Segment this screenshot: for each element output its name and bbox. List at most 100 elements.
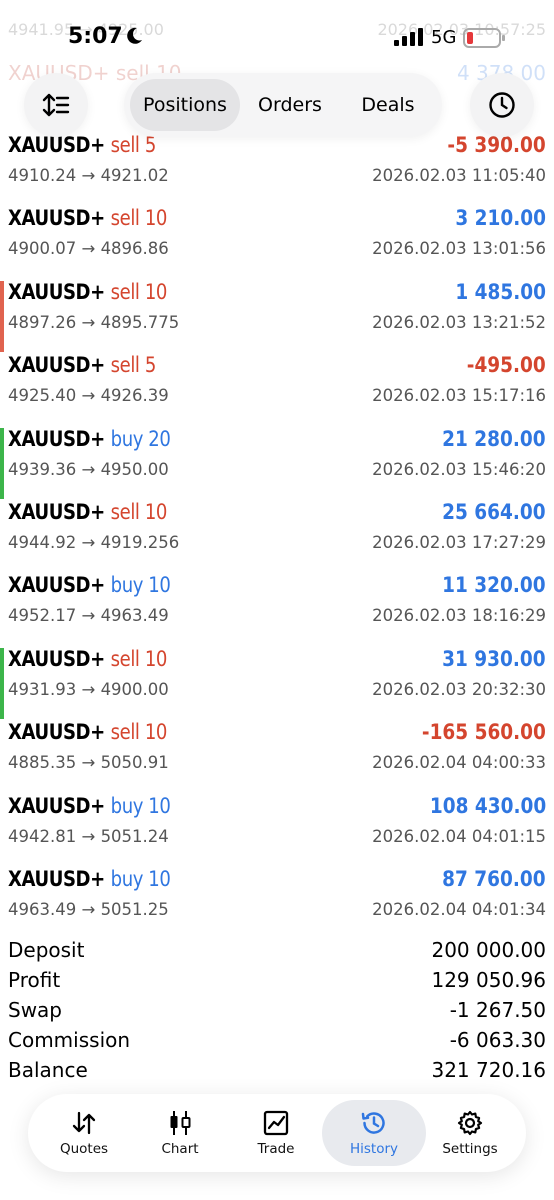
quotes-arrows-icon	[72, 1111, 96, 1135]
trade-side: buy 10	[110, 573, 171, 598]
balance-value: 321 720.16	[431, 1058, 546, 1082]
trade-chart-icon	[263, 1110, 289, 1136]
trade-row[interactable]: XAUUSD+ buy 10 4952.17 → 4963.49 11 320.00…	[0, 571, 554, 644]
trade-row[interactable]: XAUUSD+ buy 10 4942.81 → 5051.24 108 430.0…	[0, 792, 554, 865]
trade-marker	[0, 280, 4, 352]
nav-chart[interactable]: Chart	[130, 1100, 230, 1166]
trade-profit: 25 664.00	[442, 499, 546, 524]
close-price: 4919.256	[100, 532, 180, 552]
open-price: 4963.49	[8, 899, 77, 919]
trade-profit: 21 280.00	[442, 426, 546, 451]
trade-profit: 108 430.00	[429, 793, 546, 818]
trade-time: 2026.02.03 20:32:30	[372, 679, 546, 699]
trade-row[interactable]: XAUUSD+ sell 5 4910.24 → 4921.02 -5 390.00…	[0, 131, 554, 204]
trade-prices: 4944.92 → 4919.256	[8, 532, 180, 552]
trade-symbol: XAUUSD+ sell 10	[8, 280, 167, 304]
network-type: 5G	[431, 27, 457, 48]
symbol-name: XAUUSD+	[8, 353, 105, 378]
symbol-name: XAUUSD+	[8, 793, 105, 818]
trade-row[interactable]: XAUUSD+ sell 5 4925.40 → 4926.39 -495.00 20…	[0, 351, 554, 424]
moon-icon	[127, 27, 142, 44]
trade-row[interactable]: XAUUSD+ sell 10 4885.35 → 5050.91 -165 560…	[0, 718, 554, 791]
sort-button[interactable]	[24, 73, 88, 137]
trade-side: sell 10	[110, 206, 168, 231]
trade-symbol: XAUUSD+ sell 10	[8, 647, 167, 671]
nav-settings[interactable]: Settings	[420, 1100, 520, 1166]
trade-marker	[0, 647, 4, 719]
trade-side: buy 10	[110, 866, 171, 891]
open-price: 4885.35	[8, 753, 77, 773]
trade-profit: 11 320.00	[442, 573, 546, 598]
trade-profit: 87 760.00	[442, 866, 546, 891]
trade-prices: 4939.36 → 4950.00	[8, 459, 169, 479]
trade-time: 2026.02.03 17:27:29	[372, 532, 546, 552]
trade-profit: -495.00	[467, 353, 546, 378]
trade-symbol: XAUUSD+ sell 10	[8, 500, 167, 524]
trade-prices: 4925.40 → 4926.39	[8, 386, 169, 406]
summary-deposit: Deposit 200 000.00	[8, 938, 546, 962]
history-clock-icon	[361, 1112, 385, 1134]
close-price: 4921.02	[100, 166, 169, 185]
close-price: 5051.25	[100, 899, 169, 919]
battery-low-icon	[463, 28, 505, 48]
history-tabs: Positions Orders Deals	[124, 73, 442, 137]
trade-side: buy 10	[110, 793, 171, 818]
nav-trade[interactable]: Trade	[226, 1100, 326, 1166]
open-price: 4900.07	[8, 239, 77, 259]
trade-row[interactable]: XAUUSD+ buy 10 4963.49 → 5051.25 87 760.00…	[0, 865, 554, 938]
trade-row[interactable]: XAUUSD+ sell 10 4900.07 → 4896.86 3 210.00…	[0, 204, 554, 277]
trade-symbol: XAUUSD+ sell 10	[8, 206, 167, 230]
nav-quotes[interactable]: Quotes	[34, 1100, 134, 1166]
close-price: 5050.91	[100, 753, 169, 773]
trade-prices: 4952.17 → 4963.49	[8, 606, 169, 626]
commission-value: -6 063.30	[449, 1028, 546, 1052]
symbol-name: XAUUSD+	[8, 720, 105, 745]
trade-side: sell 10	[110, 646, 168, 671]
trade-symbol: XAUUSD+ sell 10	[8, 720, 167, 744]
trade-time: 2026.02.04 04:01:15	[372, 826, 546, 846]
trade-prices: 4897.26 → 4895.775	[8, 312, 180, 332]
symbol-name: XAUUSD+	[8, 646, 105, 671]
deposit-value: 200 000.00	[431, 938, 546, 962]
trade-side: buy 20	[110, 426, 171, 451]
period-button[interactable]	[470, 73, 534, 137]
close-price: 4895.775	[100, 312, 180, 332]
signal-icon	[394, 28, 423, 46]
open-price: 4925.40	[8, 386, 77, 406]
trade-marker	[0, 501, 4, 572]
open-price: 4931.93	[8, 679, 77, 699]
trade-symbol: XAUUSD+ sell 5	[8, 353, 156, 377]
trade-symbol: XAUUSD+ buy 10	[8, 866, 171, 891]
trade-time: 2026.02.03 11:05:40	[372, 166, 546, 185]
tab-orders[interactable]: Orders	[240, 79, 340, 131]
trade-row[interactable]: XAUUSD+ sell 10 4931.93 → 4900.00 31 930.0…	[0, 645, 554, 719]
summary-profit: Profit 129 050.96	[8, 968, 546, 992]
trade-profit: 31 930.00	[442, 646, 546, 671]
close-price: 4900.00	[100, 679, 169, 699]
trade-time: 2026.02.03 18:16:29	[372, 606, 546, 626]
trade-marker	[0, 427, 4, 499]
trade-time: 2026.02.03 15:46:20	[372, 459, 546, 479]
trade-symbol: XAUUSD+ buy 20	[8, 426, 171, 451]
trade-time: 2026.02.03 15:17:16	[372, 386, 546, 406]
trade-symbol: XAUUSD+ buy 10	[8, 573, 171, 598]
trade-profit: 3 210.00	[455, 206, 546, 231]
gear-icon	[457, 1110, 483, 1136]
open-price: 4910.24	[8, 166, 77, 185]
summary-commission: Commission -6 063.30	[8, 1028, 546, 1052]
nav-history[interactable]: History	[322, 1100, 426, 1166]
profit-value: 129 050.96	[431, 968, 546, 992]
tab-deals[interactable]: Deals	[340, 79, 436, 131]
symbol-name: XAUUSD+	[8, 426, 105, 451]
open-price: 4939.36	[8, 459, 77, 479]
status-time: 5:07	[68, 24, 123, 49]
tab-positions[interactable]: Positions	[130, 79, 240, 131]
trade-row[interactable]: XAUUSD+ sell 10 4944.92 → 4919.256 25 664.…	[0, 498, 554, 571]
trade-marker	[0, 207, 4, 278]
open-price: 4952.17	[8, 606, 77, 626]
trade-side: sell 10	[110, 499, 168, 524]
trade-prices: 4963.49 → 5051.25	[8, 899, 169, 919]
trade-row[interactable]: XAUUSD+ buy 20 4939.36 → 4950.00 21 280.00…	[0, 425, 554, 499]
trade-prices: 4885.35 → 5050.91	[8, 753, 169, 773]
trade-row[interactable]: XAUUSD+ sell 10 4897.26 → 4895.775 1 485.0…	[0, 278, 554, 352]
